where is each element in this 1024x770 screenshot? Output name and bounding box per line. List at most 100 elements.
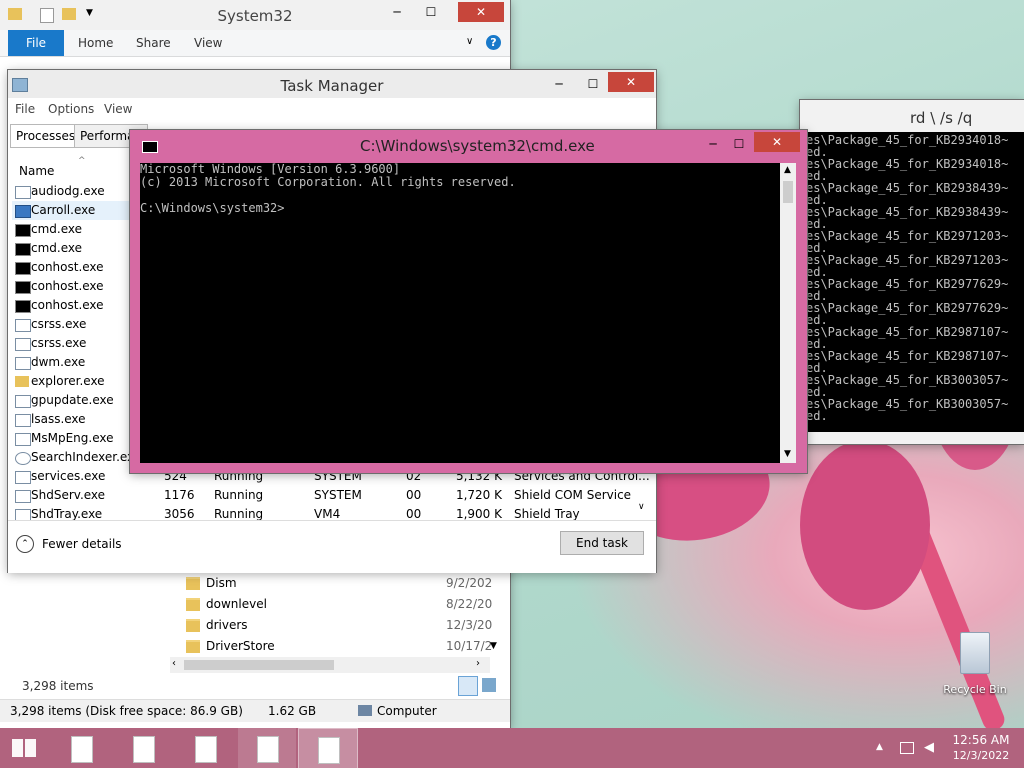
tab-share[interactable]: Share (136, 30, 171, 56)
process-pid: 1176 (164, 488, 195, 502)
console-line: es\Package_45_for_KB2934018~ (806, 157, 1009, 171)
document-icon (195, 736, 217, 763)
task-manager-titlebar[interactable]: Task Manager ─ ☐ ✕ (8, 70, 656, 98)
process-name: Carroll.exe (31, 203, 96, 217)
console-line: es\Package_45_for_KB2971203~ (806, 229, 1009, 243)
folder-icon (186, 598, 200, 611)
folder-name: drivers (206, 618, 248, 632)
fewer-details-link[interactable]: Fewer details (42, 537, 122, 551)
maximize-button[interactable]: ☐ (576, 74, 610, 94)
console-icon (15, 243, 31, 256)
table-row[interactable]: ShdServ.exe 1176 Running SYSTEM 00 1,720 K Shi… (12, 486, 652, 505)
scroll-down-icon[interactable]: ∨ (638, 502, 645, 512)
process-cpu: 00 (406, 488, 422, 502)
console-icon (15, 300, 31, 313)
list-item[interactable]: drivers 12/3/20 (170, 615, 493, 636)
horizontal-scrollbar[interactable]: ‹ › (170, 657, 490, 673)
collapse-icon[interactable]: ⌃ (16, 535, 34, 553)
details-view-icon[interactable] (458, 676, 478, 696)
recycle-bin[interactable]: Recycle Bin (940, 630, 1010, 700)
start-button[interactable] (0, 728, 48, 768)
app-icon (15, 414, 31, 427)
folder-name: DriverStore (206, 639, 275, 653)
console-line: es\Package_45_for_KB2987107~ (806, 349, 1009, 363)
process-name: csrss.exe (31, 336, 87, 350)
process-name: audiodg.exe (31, 184, 105, 198)
volume-icon[interactable]: ◀ (924, 740, 934, 755)
list-item[interactable]: DriverStore 10/17/2 (170, 636, 492, 657)
close-button[interactable]: ✕ (458, 2, 504, 22)
console-line: es\Package_45_for_KB3003057~ (806, 373, 1009, 387)
minimize-button[interactable]: ─ (542, 74, 576, 94)
ribbon-expand-icon[interactable]: ∨ (466, 36, 473, 47)
tab-view[interactable]: View (194, 30, 222, 56)
scrollbar-thumb[interactable] (783, 181, 793, 203)
vertical-scrollbar[interactable]: ▲ ▼ (780, 163, 796, 463)
console-line: es\Package_45_for_KB2938439~ (806, 181, 1009, 195)
computer-icon (358, 705, 372, 716)
list-item[interactable]: Dism 9/2/202 (170, 573, 492, 594)
taskbar-item[interactable] (238, 728, 296, 768)
window-title: C:\Windows\system32\cmd.exe (360, 137, 595, 155)
process-name: explorer.exe (31, 374, 105, 388)
close-button[interactable]: ✕ (608, 72, 654, 92)
scroll-down-icon[interactable]: ▼ (490, 641, 497, 651)
app-icon (15, 319, 31, 332)
folder-date: 12/3/20 (446, 618, 493, 632)
network-icon[interactable] (900, 742, 914, 754)
maximize-button[interactable]: ☐ (722, 134, 756, 154)
process-mem: 1,720 K (455, 488, 502, 502)
tab-home[interactable]: Home (78, 30, 113, 56)
explorer-titlebar[interactable]: ▼ System32 ─ ☐ ✕ (0, 0, 510, 30)
scrollbar-thumb[interactable] (184, 660, 334, 670)
folder-icon (15, 376, 29, 387)
console-line: es\Package_45_for_KB2934018~ (806, 133, 1009, 147)
console-output[interactable]: Microsoft Windows [Version 6.3.9600] (c)… (140, 163, 780, 463)
menu-options[interactable]: Options (48, 102, 94, 116)
app-icon (15, 433, 31, 446)
list-item[interactable]: downlevel 8/22/20 (170, 594, 493, 615)
taskbar-item[interactable] (114, 728, 172, 768)
document-icon (71, 736, 93, 763)
menu-view[interactable]: View (104, 102, 132, 116)
recycle-bin-label: Recycle Bin (943, 683, 1007, 696)
menu-file[interactable]: File (15, 102, 35, 116)
console-line: es\Package_45_for_KB2977629~ (806, 301, 1009, 315)
scroll-right-icon[interactable]: › (476, 658, 480, 669)
windows-logo-icon (12, 739, 36, 757)
tab-file[interactable]: File (8, 30, 64, 56)
taskbar-item[interactable] (176, 728, 234, 768)
taskbar-item[interactable] (298, 728, 358, 770)
recycle-bin-icon (960, 632, 990, 674)
console-icon (15, 281, 31, 294)
large-icons-view-icon[interactable] (482, 678, 496, 692)
folder-date: 8/22/20 (446, 597, 493, 611)
status-bar: 3,298 items (Disk free space: 86.9 GB) 1… (0, 699, 510, 722)
folder-icon (186, 640, 200, 653)
console-line: es\Package_45_for_KB2987107~ (806, 325, 1009, 339)
scroll-up-icon[interactable]: ▲ (784, 165, 791, 175)
rd-console-output[interactable]: es\Package_45_for_KB2934018~ ed. es\Packag… (800, 132, 1024, 432)
process-name: services.exe (31, 469, 106, 483)
console-line: es\Package_45_for_KB2938439~ (806, 205, 1009, 219)
end-task-button[interactable]: End task (560, 531, 644, 555)
minimize-button[interactable]: ─ (380, 2, 414, 22)
process-name: csrss.exe (31, 317, 87, 331)
app-icon (15, 338, 31, 351)
maximize-button[interactable]: ☐ (414, 2, 448, 22)
scroll-left-icon[interactable]: ‹ (172, 658, 176, 669)
close-button[interactable]: ✕ (754, 132, 800, 152)
explorer-ribbon: File Home Share View ∨ ? (0, 30, 510, 57)
name-column-header[interactable]: Name (19, 164, 54, 178)
tray-expand-icon[interactable]: ▲ (876, 742, 883, 752)
clock[interactable]: 12:56 AM 12/3/2022 (946, 733, 1016, 762)
help-icon[interactable]: ? (486, 35, 501, 50)
taskbar-item[interactable] (52, 728, 110, 768)
folder-name: Dism (206, 576, 237, 590)
process-name: conhost.exe (31, 279, 104, 293)
process-user: SYSTEM (314, 488, 362, 502)
document-icon (133, 736, 155, 763)
status-location: Computer (377, 704, 437, 718)
scroll-down-icon[interactable]: ▼ (784, 449, 791, 459)
tab-processes[interactable]: Processes (10, 124, 82, 148)
